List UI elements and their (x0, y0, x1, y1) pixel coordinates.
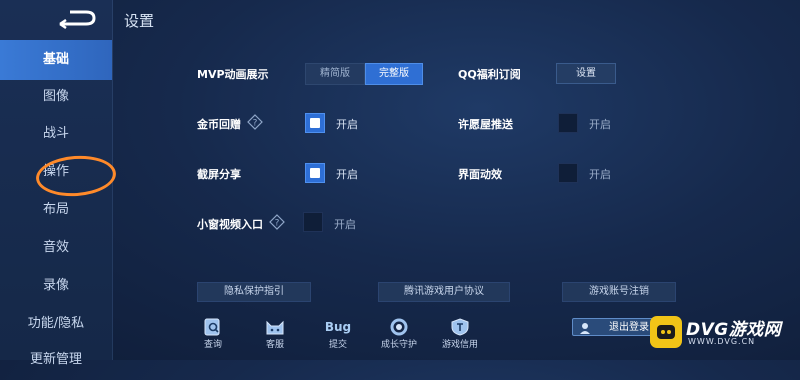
user-agreement-button[interactable]: 腾讯游戏用户协议 (378, 282, 510, 302)
customer-service-button[interactable]: 客服 (252, 318, 298, 350)
help-icon[interactable]: ? (247, 114, 263, 130)
privacy-guide-button[interactable]: 隐私保护指引 (197, 282, 311, 302)
watermark-subtext: WWW.DVG.CN (688, 337, 756, 346)
wish-push-label: 许愿屋推送 (458, 118, 513, 131)
ui-effects-label: 界面动效 (458, 168, 502, 181)
bug-icon-text: Bug (325, 320, 351, 334)
screenshot-share-value: 开启 (336, 168, 358, 181)
mvp-option-simple[interactable]: 精简版 (305, 63, 365, 85)
ui-effects-checkbox[interactable] (558, 163, 578, 183)
svg-text:?: ? (275, 219, 280, 229)
qq-subscribe-label: QQ福利订阅 (458, 68, 521, 81)
wish-push-checkbox[interactable] (558, 113, 578, 133)
logout-label: 退出登录 (609, 322, 649, 333)
mini-video-value: 开启 (334, 218, 356, 231)
logout-button[interactable]: 退出登录 (572, 318, 656, 336)
shield-icon (451, 318, 469, 336)
sidebar-item-layout[interactable]: 布局 (0, 190, 112, 230)
sidebar: 基础 图像 战斗 操作 布局 音效 录像 功能/隐私 更新管理 (0, 0, 118, 367)
user-icon (580, 323, 590, 334)
mini-video-label: 小窗视频入口 (197, 218, 263, 231)
query-label: 查询 (203, 340, 222, 350)
sidebar-item-basic[interactable]: 基础 (0, 40, 112, 80)
page-title: 设置 (124, 12, 155, 30)
dvg-watermark: DVG游戏网 WWW.DVG.CN (650, 313, 800, 353)
sidebar-item-replay[interactable]: 录像 (0, 266, 112, 306)
dvg-logo-icon (650, 316, 682, 348)
growth-guard-label: 成长守护 (380, 340, 417, 350)
growth-guard-button[interactable]: 成长守护 (376, 318, 422, 350)
sidebar-item-update[interactable]: 更新管理 (0, 340, 112, 380)
wish-push-value: 开启 (589, 118, 611, 131)
qq-settings-button[interactable]: 设置 (556, 63, 616, 84)
mvp-option-full[interactable]: 完整版 (365, 63, 423, 85)
customer-service-label: 客服 (265, 340, 284, 350)
back-arrow-icon[interactable] (56, 8, 98, 30)
ring-icon (390, 318, 408, 336)
search-doc-icon (204, 318, 220, 336)
ui-effects-value: 开启 (589, 168, 611, 181)
gold-rebate-checkbox[interactable] (305, 113, 325, 133)
sidebar-item-sound[interactable]: 音效 (0, 228, 112, 268)
gold-rebate-label: 金币回赠 (197, 118, 241, 131)
sidebar-item-privacy[interactable]: 功能/隐私 (0, 304, 112, 344)
mini-video-checkbox[interactable] (303, 212, 323, 232)
submit-label: 提交 (328, 340, 347, 350)
bug-icon: Bug (325, 320, 351, 334)
mvp-label: MVP动画展示 (197, 68, 269, 81)
sidebar-item-combat[interactable]: 战斗 (0, 114, 112, 154)
submit-bug-button[interactable]: Bug 提交 (315, 318, 361, 350)
query-button[interactable]: 查询 (190, 318, 236, 350)
game-credit-button[interactable]: 游戏信用 (437, 318, 483, 350)
screenshot-share-label: 截屏分享 (197, 168, 241, 181)
sidebar-item-graphics[interactable]: 图像 (0, 77, 112, 117)
cat-icon (266, 320, 284, 335)
screenshot-share-checkbox[interactable] (305, 163, 325, 183)
game-credit-label: 游戏信用 (441, 340, 478, 350)
help-icon[interactable]: ? (269, 214, 285, 230)
account-cancel-button[interactable]: 游戏账号注销 (562, 282, 676, 302)
svg-text:?: ? (253, 119, 258, 129)
gold-rebate-value: 开启 (336, 118, 358, 131)
